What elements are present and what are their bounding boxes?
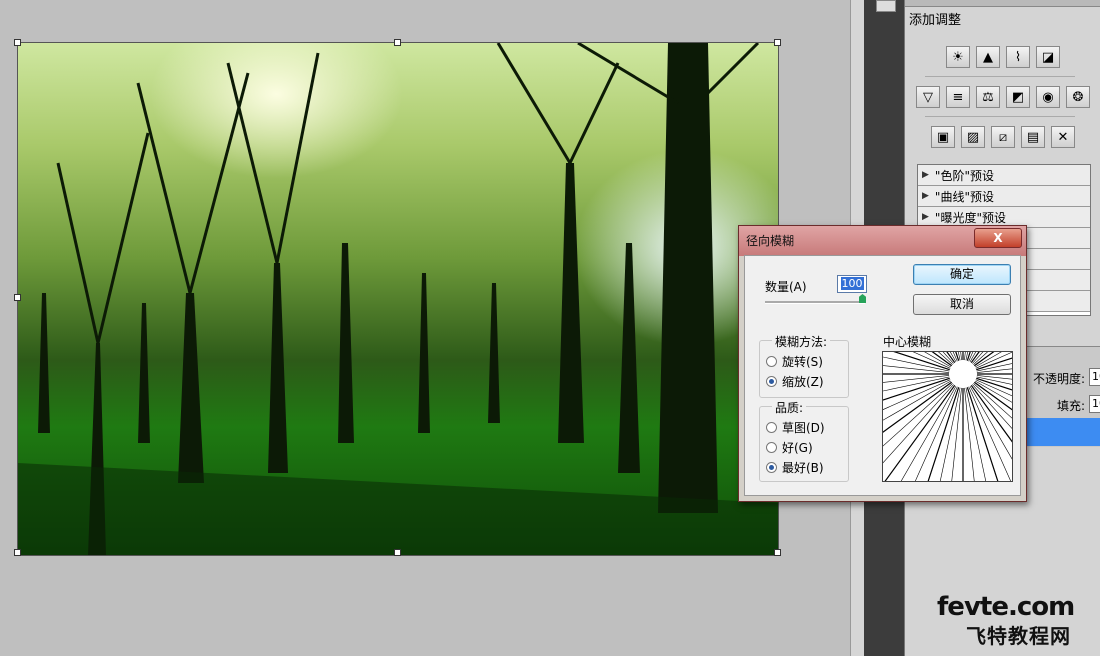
levels-icon[interactable]: ▲ (976, 46, 1000, 68)
curves-icon[interactable]: ⌇ (1006, 46, 1030, 68)
invert-icon[interactable]: ▣ (931, 126, 955, 148)
stamp-icon[interactable] (876, 0, 896, 12)
zoom-ray (968, 386, 1041, 548)
close-button[interactable]: X (974, 228, 1022, 248)
photo-filter-icon[interactable]: ◉ (1036, 86, 1060, 108)
document-canvas[interactable] (0, 0, 850, 656)
preset-item[interactable]: ▶ "曲线"预设 (918, 186, 1090, 207)
transform-handle[interactable] (14, 549, 21, 556)
zoom-ray (835, 232, 954, 364)
transform-handle[interactable] (14, 294, 21, 301)
blur-method-title: 模糊方法: (772, 333, 831, 350)
zoom-ray (964, 387, 984, 563)
divider (925, 116, 1075, 117)
black-white-icon[interactable]: ◩ (1006, 86, 1030, 108)
cancel-button[interactable]: 取消 (913, 294, 1011, 315)
transform-handle[interactable] (394, 39, 401, 46)
amount-label: 数量(A) (765, 280, 807, 294)
expand-triangle-icon: ▶ (922, 212, 929, 222)
adjustment-icons-row-3: ▣ ▨ ⧄ ▤ ✕ (905, 126, 1100, 148)
expand-triangle-icon: ▶ (922, 170, 929, 180)
blur-center-label: 中心模糊 (883, 335, 932, 349)
opacity-label: 不透明度: (1033, 372, 1086, 386)
radio-draft[interactable]: 草图(D) (766, 419, 825, 436)
vibrance-icon[interactable]: ▽ (916, 86, 940, 108)
posterize-icon[interactable]: ▨ (961, 126, 985, 148)
fill-label: 填充: (1057, 399, 1086, 413)
brightness-icon[interactable]: ☀ (946, 46, 970, 68)
radio-good[interactable]: 好(G) (766, 439, 813, 456)
color-balance-icon[interactable]: ⚖ (976, 86, 1000, 108)
zoom-ray (942, 387, 962, 563)
zoom-ray (850, 219, 956, 364)
radio-spin[interactable]: 旋转(S) (766, 353, 823, 370)
selective-color-icon[interactable]: ✕ (1051, 126, 1075, 148)
zoom-ray (821, 383, 953, 502)
channel-mixer-icon[interactable]: ❂ (1066, 86, 1090, 108)
radio-best[interactable]: 最好(B) (766, 459, 824, 476)
exposure-icon[interactable]: ◪ (1036, 46, 1060, 68)
zoom-ray (777, 334, 950, 372)
tree-silhouettes (18, 43, 778, 555)
divider (925, 76, 1075, 77)
watermark-name: 飞特教程网 (966, 624, 1071, 648)
zoom-ray (789, 296, 951, 369)
quality-title: 品质: (772, 399, 807, 416)
threshold-icon[interactable]: ⧄ (991, 126, 1015, 148)
radio-draft-circle[interactable] (766, 422, 777, 433)
expand-triangle-icon: ▶ (922, 191, 929, 201)
transform-handle[interactable] (14, 39, 21, 46)
dialog-title: 径向模糊 (746, 234, 795, 248)
panel-title: 添加调整 (909, 13, 962, 28)
radio-spin-circle[interactable] (766, 356, 777, 367)
radial-blur-dialog: 径向模糊 X 数量(A) 100 确定 取消 模糊方法: 旋转(S) 缩放(Z)… (738, 184, 1100, 564)
radio-zoom-circle[interactable] (766, 376, 777, 387)
adjustment-icons-row-1: ☀ ▲ ⌇ ◪ (905, 46, 1100, 68)
blur-method-group: 模糊方法: 旋转(S) 缩放(Z) (759, 333, 849, 398)
amount-input[interactable]: 100 (837, 275, 867, 293)
amount-slider-thumb[interactable] (859, 294, 866, 303)
quality-group: 品质: 草图(D) 好(G) 最好(B) (759, 399, 849, 482)
blur-center-preview[interactable] (773, 184, 1100, 564)
radio-good-circle[interactable] (766, 442, 777, 453)
amount-slider-track[interactable] (765, 301, 865, 304)
preset-item[interactable]: ▶ "色阶"预设 (918, 165, 1090, 186)
hue-saturation-icon[interactable]: ≡ (946, 86, 970, 108)
radio-zoom[interactable]: 缩放(Z) (766, 373, 824, 390)
gradient-map-icon[interactable]: ▤ (1021, 126, 1045, 148)
transform-handle[interactable] (394, 549, 401, 556)
ok-button[interactable]: 确定 (913, 264, 1011, 285)
radio-best-circle[interactable] (766, 462, 777, 473)
fill-input[interactable]: 10 (1089, 395, 1100, 413)
adjustment-icons-row-2: ▽ ≡ ⚖ ◩ ◉ ❂ (905, 86, 1100, 108)
transform-handle[interactable] (774, 39, 781, 46)
transform-handle[interactable] (774, 549, 781, 556)
opacity-input[interactable]: 10 (1089, 368, 1100, 386)
panel-tabs[interactable] (905, 0, 1100, 7)
forest-photo[interactable] (17, 42, 779, 556)
zoom-rays-graphic (773, 184, 1100, 564)
dialog-body: 数量(A) 100 确定 取消 模糊方法: 旋转(S) 缩放(Z) 品质: 草图… (744, 184, 1100, 564)
watermark-domain: fevte.com (937, 592, 1075, 622)
